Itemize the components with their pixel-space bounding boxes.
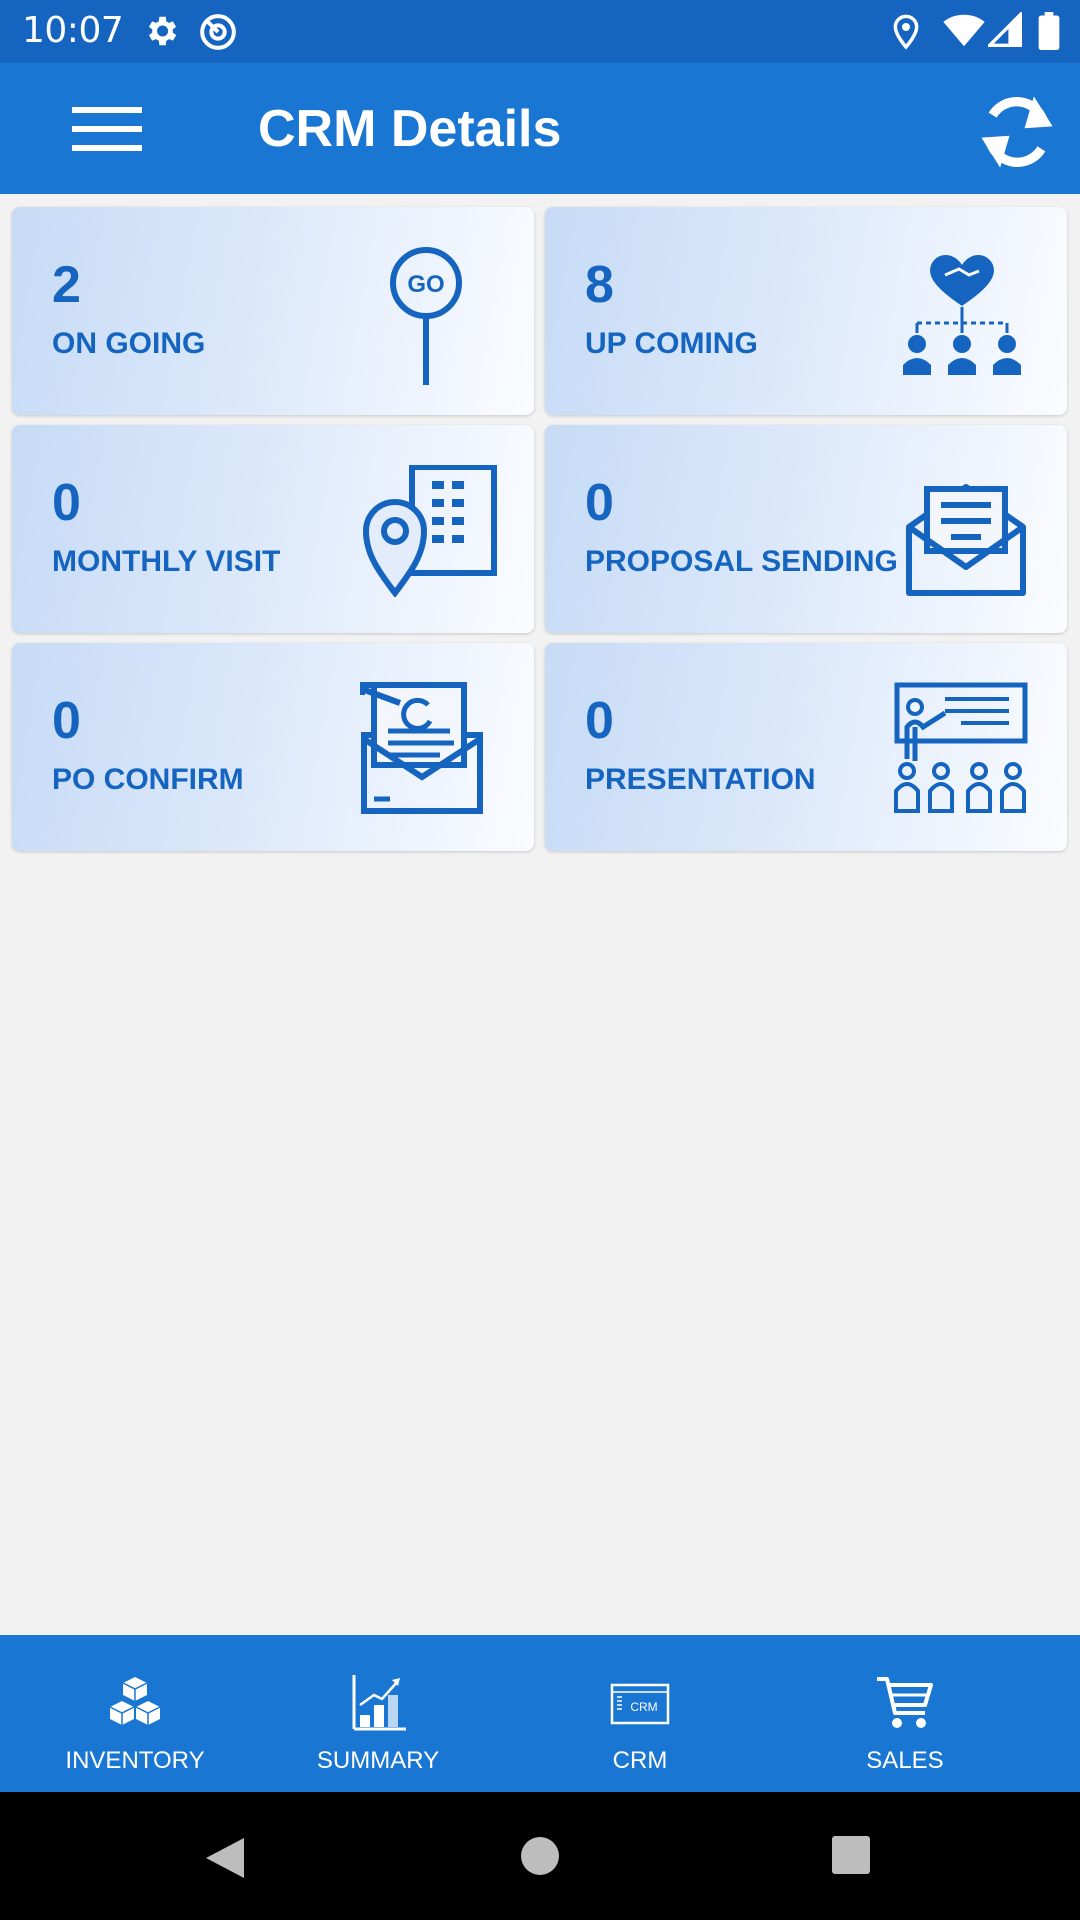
app-bar: CRM Details — [0, 63, 1080, 194]
nav-item-crm[interactable]: CRM CRM — [505, 1635, 775, 1792]
status-time: 10:07 — [22, 10, 124, 51]
home-icon[interactable] — [518, 1834, 562, 1878]
hamburger-menu-icon[interactable] — [72, 103, 142, 155]
shopping-cart-icon — [877, 1677, 933, 1728]
nav-label: INVENTORY — [65, 1747, 205, 1774]
location-icon — [893, 14, 919, 50]
crm-window-icon: CRM — [610, 1683, 670, 1725]
envelope-letter-icon — [906, 484, 1026, 596]
card-label: PROPOSAL SENDING — [585, 545, 898, 578]
go-sign-icon: GO — [390, 247, 462, 385]
building-location-icon — [362, 465, 497, 597]
team-handshake-icon — [903, 254, 1021, 375]
nav-label: SUMMARY — [316, 1747, 440, 1774]
card-count: 0 — [52, 692, 81, 750]
presentation-board-icon — [894, 682, 1028, 813]
card-label: ON GOING — [52, 327, 206, 360]
card-label: PRESENTATION — [585, 763, 816, 796]
nav-item-summary[interactable]: SUMMARY — [243, 1635, 513, 1792]
refresh-icon[interactable] — [972, 87, 1062, 177]
card-count: 2 — [52, 256, 81, 314]
page-title: CRM Details — [258, 100, 562, 158]
battery-icon — [1038, 12, 1060, 50]
back-icon[interactable] — [200, 1834, 248, 1882]
recents-icon[interactable] — [830, 1834, 872, 1876]
card-label: UP COMING — [585, 327, 758, 360]
svg-text:CRM: CRM — [630, 1700, 657, 1714]
card-count: 0 — [52, 474, 81, 532]
wifi-icon — [943, 14, 985, 47]
card-monthly-visit[interactable]: 0 MONTHLY VISIT — [12, 425, 534, 633]
nav-item-inventory[interactable]: INVENTORY — [0, 1635, 270, 1792]
nav-item-sales[interactable]: SALES — [770, 1635, 1040, 1792]
signal-icon — [988, 12, 1022, 47]
gear-icon — [148, 16, 177, 46]
nav-label: CRM — [612, 1747, 668, 1774]
card-presentation[interactable]: 0 PRESENTATION — [545, 643, 1067, 851]
card-label: PO CONFIRM — [52, 763, 244, 796]
status-bar: 10:07 — [0, 0, 1080, 63]
nav-label: SALES — [866, 1747, 944, 1774]
card-on-going[interactable]: 2 ON GOING GO — [12, 207, 534, 415]
svg-text:GO: GO — [407, 271, 444, 298]
document-envelope-icon — [360, 682, 483, 814]
card-count: 8 — [585, 256, 614, 314]
system-nav-bar — [0, 1792, 1080, 1920]
at-sign-icon — [200, 14, 236, 50]
bar-chart-icon — [352, 1675, 406, 1731]
card-count: 0 — [585, 474, 614, 532]
card-up-coming[interactable]: 8 UP COMING — [545, 207, 1067, 415]
bottom-nav: INVENTORY SUMMARY CRM CRM SALES — [0, 1635, 1080, 1792]
card-po-confirm[interactable]: 0 PO CONFIRM — [12, 643, 534, 851]
cubes-icon — [109, 1677, 161, 1725]
card-proposal-sending[interactable]: 0 PROPOSAL SENDING — [545, 425, 1067, 633]
card-label: MONTHLY VISIT — [52, 545, 281, 578]
card-count: 0 — [585, 692, 614, 750]
